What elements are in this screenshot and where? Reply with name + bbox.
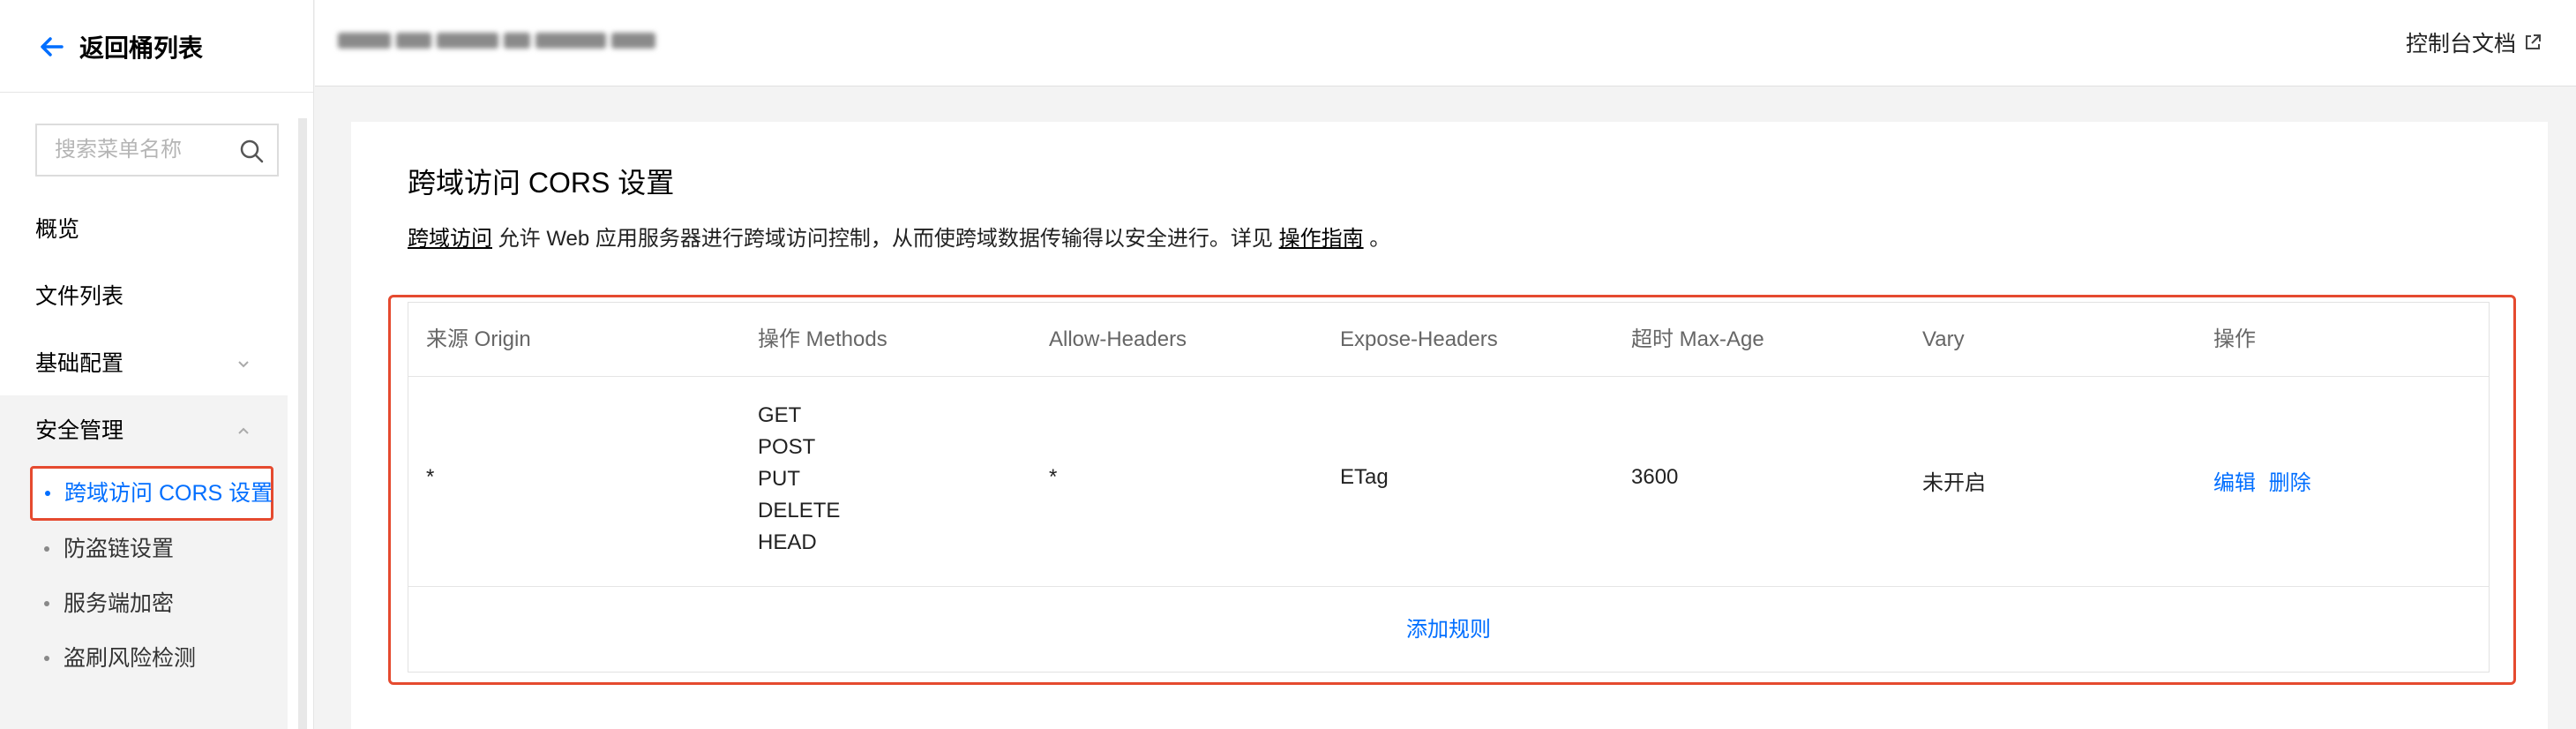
- sidebar-subitem-hotlink[interactable]: 防盗链设置: [44, 531, 174, 567]
- column-header-allow-headers: Allow-Headers: [1049, 327, 1187, 351]
- table-row: * GET POST PUT DELETE HEAD * ETag 3600 未…: [408, 377, 2489, 587]
- cell-origin: *: [426, 465, 435, 489]
- operation-guide-link[interactable]: 操作指南: [1279, 227, 1364, 251]
- cors-rules-table: 来源 Origin 操作 Methods Allow-Headers Expos…: [408, 302, 2490, 673]
- bucket-name-redacted: [338, 26, 670, 55]
- sidebar-subitem-label: 盗刷风险检测: [64, 646, 197, 671]
- sidebar-item-basic-config[interactable]: 基础配置: [35, 346, 124, 381]
- edit-rule-link[interactable]: 编辑: [2213, 471, 2256, 495]
- menu-search-input[interactable]: [55, 138, 240, 162]
- menu-search-box: [35, 124, 279, 177]
- bullet: [45, 491, 50, 496]
- cell-allow-headers: *: [1049, 465, 1058, 489]
- back-to-bucket-list-link[interactable]: 返回桶列表: [37, 26, 203, 67]
- sidebar-scrollbar[interactable]: [298, 118, 307, 729]
- external-link-icon: [2526, 34, 2541, 49]
- page-title: 跨域访问 CORS 设置: [408, 167, 675, 199]
- sidebar-subitem-label: 跨域访问 CORS 设置: [64, 481, 273, 506]
- sidebar: 返回桶列表 概览 文件列表 基础配置 安全管理 跨域访问 CORS 设置 防盗链…: [0, 0, 314, 729]
- cell-methods: GET POST PUT DELETE HEAD: [758, 400, 840, 559]
- column-header-vary: Vary: [1922, 327, 1965, 351]
- method-item: HEAD: [758, 530, 817, 554]
- arrow-left-icon: [41, 37, 64, 56]
- cors-description: 跨域访问 允许 Web 应用服务器进行跨域访问控制，从而使跨域数据传输得以安全进…: [408, 221, 1390, 252]
- column-header-expose-headers: Expose-Headers: [1340, 327, 1498, 351]
- method-item: GET: [758, 403, 802, 427]
- divider: [0, 92, 314, 93]
- cell-actions: 编辑 删除: [2213, 465, 2311, 496]
- column-header-methods: 操作 Methods: [758, 327, 887, 351]
- console-docs-link[interactable]: 控制台文档: [2406, 26, 2542, 58]
- back-label: 返回桶列表: [79, 34, 204, 62]
- sidebar-subitem-label: 服务端加密: [64, 591, 175, 616]
- chevron-up-icon[interactable]: [235, 422, 252, 440]
- bullet: [44, 601, 49, 606]
- table-header: 来源 Origin 操作 Methods Allow-Headers Expos…: [408, 303, 2489, 377]
- cell-vary: 未开启: [1922, 471, 1986, 495]
- sidebar-subitem-label: 防盗链设置: [64, 537, 175, 561]
- delete-rule-link[interactable]: 删除: [2269, 471, 2311, 495]
- search-icon[interactable]: [238, 138, 265, 164]
- bullet: [44, 656, 49, 661]
- sidebar-item-security[interactable]: 安全管理: [35, 413, 124, 448]
- method-item: PUT: [758, 467, 800, 491]
- method-item: POST: [758, 435, 816, 459]
- cors-settings-card: 跨域访问 CORS 设置 跨域访问 允许 Web 应用服务器进行跨域访问控制，从…: [351, 122, 2548, 729]
- description-end: 。: [1363, 227, 1391, 251]
- chevron-down-icon[interactable]: [235, 355, 252, 372]
- cors-doc-link[interactable]: 跨域访问: [408, 227, 492, 251]
- add-rule-button[interactable]: 添加规则: [408, 587, 2489, 673]
- column-header-origin: 来源 Origin: [426, 327, 531, 351]
- sidebar-subitem-cors[interactable]: 跨域访问 CORS 设置: [30, 466, 273, 521]
- sidebar-item-file-list[interactable]: 文件列表: [35, 279, 124, 314]
- cell-expose-headers: ETag: [1340, 465, 1389, 489]
- top-header: 控制台文档: [315, 0, 2576, 86]
- method-item: DELETE: [758, 499, 841, 522]
- column-header-actions: 操作: [2213, 327, 2256, 351]
- sidebar-item-overview[interactable]: 概览: [35, 212, 79, 247]
- sidebar-subitem-risk-detection[interactable]: 盗刷风险检测: [44, 641, 196, 676]
- sidebar-subitem-encryption[interactable]: 服务端加密: [44, 586, 174, 621]
- bullet: [44, 546, 49, 552]
- column-header-max-age: 超时 Max-Age: [1631, 327, 1764, 351]
- cell-max-age: 3600: [1631, 465, 1679, 489]
- console-docs-label: 控制台文档: [2405, 32, 2516, 56]
- description-text: 允许 Web 应用服务器进行跨域访问控制，从而使跨域数据传输得以安全进行。详见: [492, 227, 1279, 251]
